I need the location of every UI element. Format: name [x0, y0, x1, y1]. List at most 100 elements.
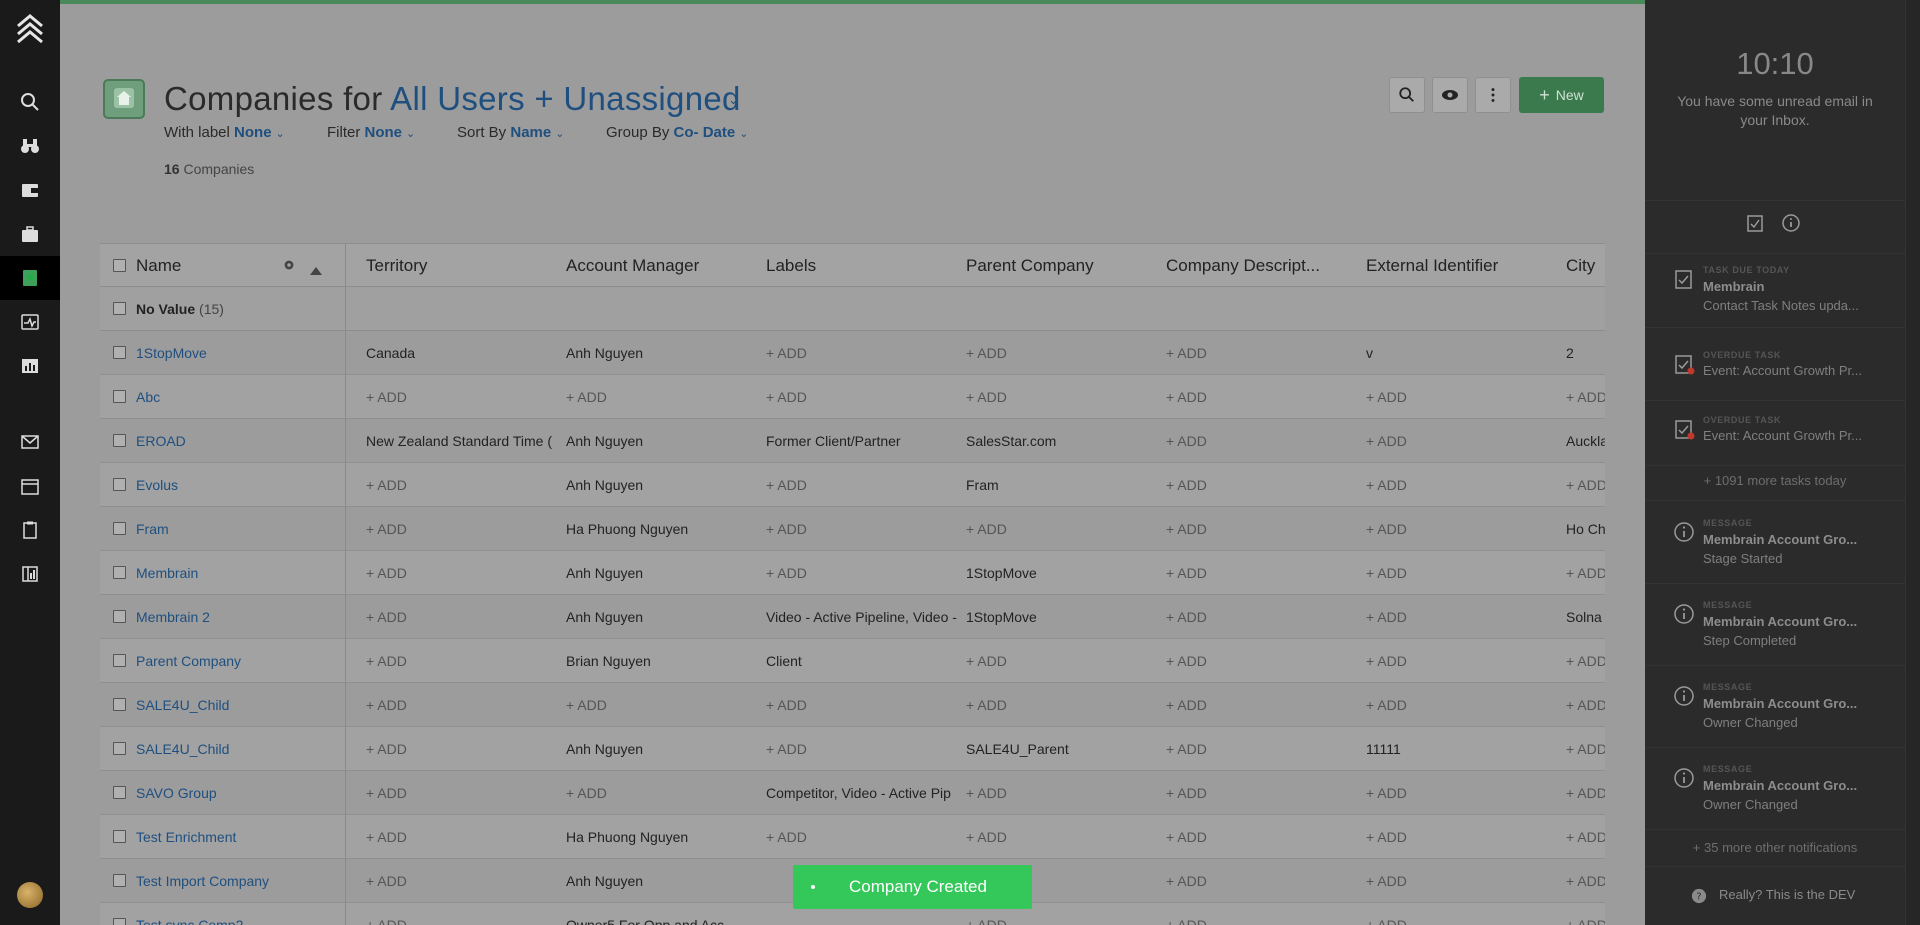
table-cell[interactable]: + ADD — [366, 771, 562, 815]
table-cell[interactable]: + ADD — [1366, 639, 1562, 683]
company-name-link[interactable]: SALE4U_Child — [136, 727, 336, 771]
table-cell[interactable]: + ADD — [766, 331, 962, 375]
group-filter[interactable]: Group By Co- Date ⌄ — [606, 124, 748, 141]
table-cell[interactable]: + ADD — [766, 507, 962, 551]
table-cell[interactable]: + ADD — [1366, 903, 1562, 925]
binoculars-icon[interactable] — [0, 124, 60, 168]
group-checkbox[interactable] — [113, 302, 126, 315]
table-cell[interactable]: + ADD — [366, 727, 562, 771]
table-cell[interactable]: + ADD — [1166, 859, 1362, 903]
table-cell[interactable]: + ADD — [966, 639, 1162, 683]
table-cell[interactable]: + ADD — [766, 683, 962, 727]
table-cell[interactable]: Competitor, Video - Active Pip — [766, 771, 962, 815]
more-notifications-link[interactable]: + 35 more other notifications — [1645, 840, 1905, 855]
row-checkbox[interactable] — [113, 346, 126, 359]
company-name-link[interactable]: Fram — [136, 507, 336, 551]
mail-icon[interactable] — [0, 420, 60, 464]
row-checkbox[interactable] — [113, 786, 126, 799]
logo-icon[interactable] — [12, 12, 48, 48]
table-cell[interactable]: Video - Active Pipeline, Video - — [766, 595, 962, 639]
table-cell[interactable]: Anh Nguyen — [566, 419, 762, 463]
inbox-message[interactable]: You have some unread email in your Inbox… — [1675, 92, 1875, 130]
table-cell[interactable]: + ADD — [1566, 463, 1605, 507]
company-name-link[interactable]: 1StopMove — [136, 331, 336, 375]
table-cell[interactable]: + ADD — [1566, 727, 1605, 771]
table-cell[interactable]: + ADD — [1366, 771, 1562, 815]
info-icon[interactable] — [1781, 213, 1801, 238]
table-cell[interactable]: + ADD — [766, 463, 962, 507]
table-cell[interactable]: Anh Nguyen — [566, 551, 762, 595]
table-cell[interactable]: + ADD — [366, 375, 562, 419]
view-button[interactable] — [1432, 77, 1468, 113]
table-cell[interactable]: + ADD — [1566, 683, 1605, 727]
table-cell[interactable]: 1StopMove — [966, 551, 1162, 595]
table-row[interactable]: Parent Company + ADD Brian Nguyen Client + A… — [100, 639, 1605, 683]
sort-filter[interactable]: Sort By Name ⌄ — [457, 124, 564, 141]
company-name-link[interactable]: SALE4U_Child — [136, 683, 336, 727]
table-cell[interactable]: + ADD — [966, 507, 1162, 551]
table-cell[interactable]: + ADD — [1566, 375, 1605, 419]
table-cell[interactable]: + ADD — [766, 727, 962, 771]
table-cell[interactable]: + ADD — [566, 375, 762, 419]
calendar-icon[interactable] — [0, 464, 60, 508]
table-row[interactable]: 1StopMove Canada Anh Nguyen + ADD + ADD + ADD… — [100, 331, 1605, 375]
table-row[interactable]: SAVO Group + ADD + ADD Competitor, Video - … — [100, 771, 1605, 815]
table-cell[interactable]: + ADD — [1366, 419, 1562, 463]
help-icon[interactable]: ? — [1691, 888, 1707, 909]
table-cell[interactable]: + ADD — [1366, 595, 1562, 639]
table-cell[interactable]: + ADD — [1366, 375, 1562, 419]
company-name-link[interactable]: SAVO Group — [136, 771, 336, 815]
table-cell[interactable]: Anh Nguyen — [566, 727, 762, 771]
scrollbar[interactable] — [1905, 0, 1920, 925]
table-cell[interactable]: Anh Nguyen — [566, 331, 762, 375]
table-cell[interactable]: Client — [766, 639, 962, 683]
table-cell[interactable]: + ADD — [1366, 859, 1562, 903]
clipboard-icon[interactable] — [0, 508, 60, 552]
col-company-description[interactable]: Company Descript... — [1166, 244, 1320, 288]
table-cell[interactable]: Anh Nguyen — [566, 463, 762, 507]
table-cell[interactable]: Ha Phuong Nguyen — [566, 815, 762, 859]
table-cell[interactable]: + ADD — [1166, 771, 1362, 815]
col-account-manager[interactable]: Account Manager — [566, 244, 699, 288]
table-cell[interactable]: + ADD — [966, 331, 1162, 375]
table-cell[interactable]: + ADD — [966, 375, 1162, 419]
table-cell[interactable]: Owner5 For Opp and Acc — [566, 903, 762, 925]
table-cell[interactable]: + ADD — [766, 375, 962, 419]
table-row[interactable]: SALE4U_Child + ADD Anh Nguyen + ADD SALE4U_P… — [100, 727, 1605, 771]
table-cell[interactable]: + ADD — [366, 815, 562, 859]
table-cell[interactable]: + ADD — [1166, 903, 1362, 925]
title-user-selector[interactable]: All Users + Unassigned — [390, 80, 741, 117]
wallet-icon[interactable] — [0, 168, 60, 212]
col-name[interactable]: Name — [136, 244, 181, 288]
briefcase-icon[interactable] — [0, 212, 60, 256]
table-cell[interactable]: Anh Nguyen — [566, 595, 762, 639]
table-cell[interactable]: Auckla — [1566, 419, 1605, 463]
row-checkbox[interactable] — [113, 874, 126, 887]
table-cell[interactable]: + ADD — [1166, 507, 1362, 551]
table-cell[interactable]: SalesStar.com — [966, 419, 1162, 463]
group-row-no-value[interactable]: No Value (15) — [100, 287, 1605, 331]
table-cell[interactable]: + ADD — [1566, 771, 1605, 815]
new-company-button[interactable]: + New — [1519, 77, 1604, 113]
table-cell[interactable]: + ADD — [366, 683, 562, 727]
search-button[interactable] — [1389, 77, 1425, 113]
table-cell[interactable]: Ho Ch — [1566, 507, 1605, 551]
table-cell[interactable]: + ADD — [1166, 727, 1362, 771]
table-cell[interactable]: + ADD — [366, 595, 562, 639]
table-cell[interactable]: v — [1366, 331, 1562, 375]
sort-up-icon[interactable] — [310, 262, 322, 280]
row-checkbox[interactable] — [113, 434, 126, 447]
table-cell[interactable]: + ADD — [366, 859, 562, 903]
filter-filter[interactable]: Filter None ⌄ — [327, 124, 415, 141]
table-cell[interactable]: Fram — [966, 463, 1162, 507]
row-checkbox[interactable] — [113, 742, 126, 755]
more-tasks-link[interactable]: + 1091 more tasks today — [1645, 473, 1905, 488]
row-checkbox[interactable] — [113, 478, 126, 491]
table-cell[interactable]: + ADD — [1566, 859, 1605, 903]
table-row[interactable]: Membrain 2 + ADD Anh Nguyen Video - Active … — [100, 595, 1605, 639]
table-cell[interactable]: 11111 — [1366, 727, 1562, 771]
search-icon[interactable] — [0, 80, 60, 124]
table-cell[interactable]: 1StopMove — [966, 595, 1162, 639]
table-cell[interactable]: + ADD — [1366, 463, 1562, 507]
label-filter[interactable]: With label None ⌄ — [164, 124, 285, 141]
